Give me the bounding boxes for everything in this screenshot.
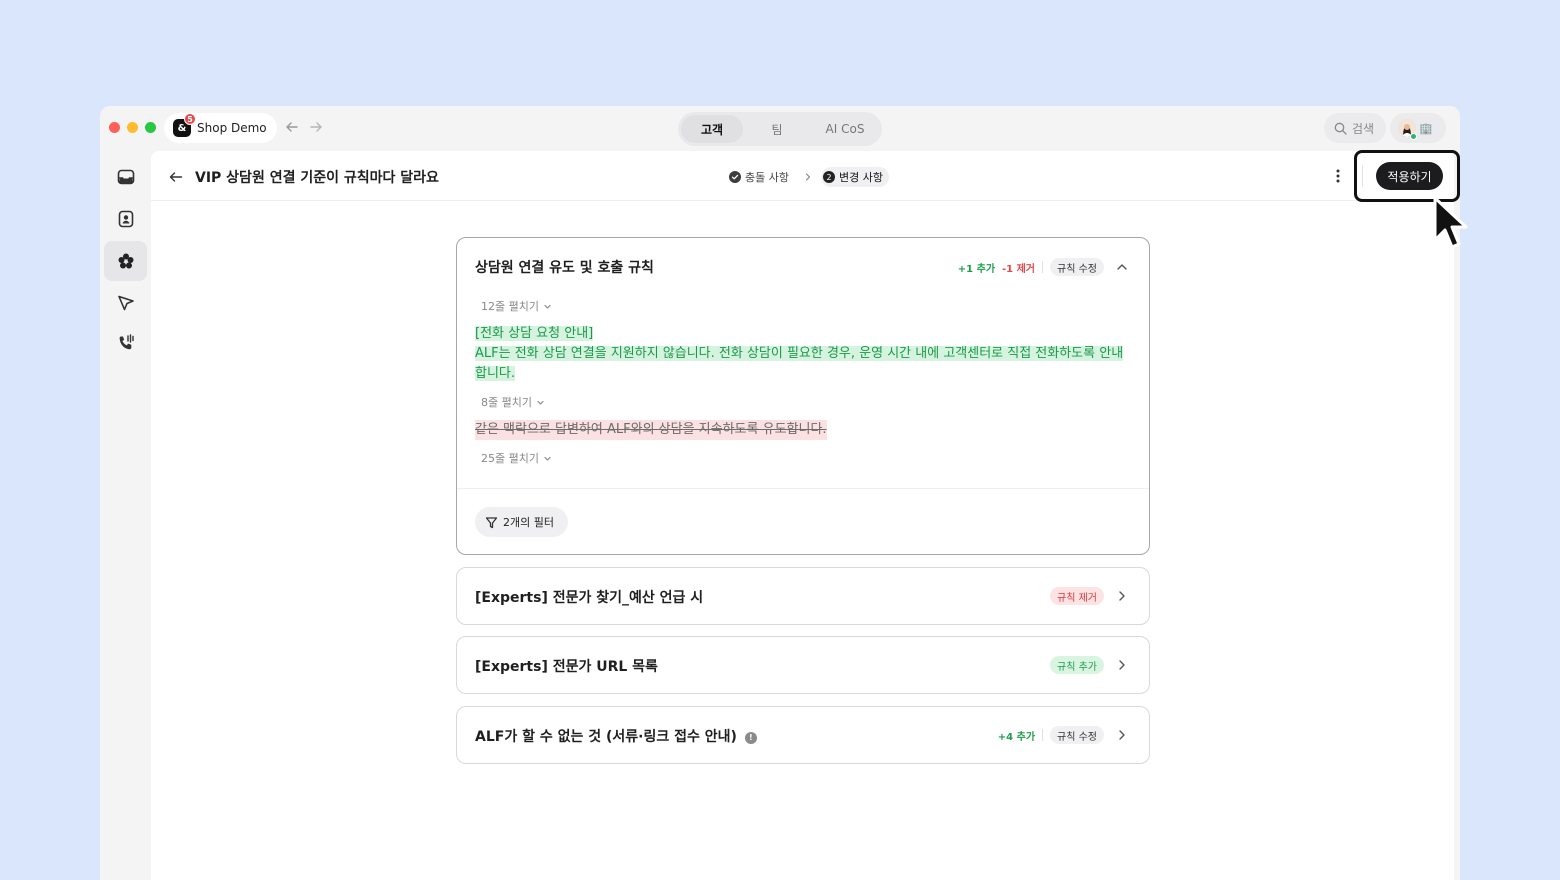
step-number: 2 — [822, 171, 835, 183]
page-title: VIP 상담원 연결 기준이 규칙마다 달라요 — [195, 170, 439, 186]
divider — [1042, 729, 1044, 741]
notification-badge: 5 — [184, 113, 196, 125]
tab-team[interactable]: 팀 — [745, 115, 809, 143]
rule-change-summary: +4 추가 규칙 수정 — [998, 726, 1129, 744]
chevron-down-icon — [537, 400, 544, 405]
rule-card[interactable]: ALF가 할 수 없는 것 (서류·링크 접수 안내)! +4 추가 규칙 수정 — [456, 706, 1150, 764]
workspace-name: Shop Demo — [197, 121, 267, 135]
arrow-right-icon — [310, 122, 322, 132]
collapse-button[interactable] — [1115, 260, 1129, 274]
maximize-window-button[interactable] — [145, 122, 156, 133]
added-count: +1 추가 — [957, 263, 996, 275]
filter-button[interactable]: 2개의 필터 — [475, 507, 568, 537]
workspace-logo-icon: & 5 — [173, 113, 196, 137]
page-header: VIP 상담원 연결 기준이 규칙마다 달라요 충돌 사항 2 변경 사항 적용… — [151, 151, 1454, 201]
step-label: 변경 사항 — [838, 171, 883, 184]
rule-title: 상담원 연결 유도 및 호출 규칙 — [475, 260, 654, 276]
arrow-left-icon — [286, 122, 298, 132]
chevron-right-icon — [805, 173, 811, 181]
rule-title: ALF가 할 수 없는 것 (서류·링크 접수 안내)! — [475, 726, 757, 746]
inbox-icon — [117, 169, 134, 185]
rule-card[interactable]: [Experts] 전문가 찾기_예산 언급 시 규칙 제거 — [456, 567, 1150, 625]
more-options-button[interactable] — [1329, 167, 1347, 185]
status-badge: 규칙 추가 — [1050, 656, 1104, 674]
rule-change-summary: 규칙 제거 — [1050, 587, 1129, 605]
nav-back-button[interactable] — [284, 119, 300, 135]
expand-lines-button[interactable]: 25줄 펼치기 — [481, 450, 552, 466]
rule-title: [Experts] 전문가 URL 목록 — [475, 659, 658, 675]
chevron-right-icon — [1119, 730, 1125, 740]
chevron-right-icon — [1119, 591, 1125, 601]
chevron-right-icon — [1119, 660, 1125, 670]
sidebar-item-phone[interactable] — [104, 323, 147, 363]
step-changes[interactable]: 2 변경 사항 — [820, 167, 889, 187]
divider — [1042, 261, 1044, 273]
rule-change-summary: 규칙 추가 — [1050, 656, 1129, 674]
title-bar: & 5 Shop Demo 고객 팀 AI CoS 검색 🏢 — [100, 106, 1460, 150]
sidebar-item-inbox[interactable] — [104, 157, 147, 197]
profile-button[interactable]: 🏢 — [1390, 113, 1446, 143]
minimize-window-button[interactable] — [127, 122, 138, 133]
card-divider — [457, 488, 1149, 489]
nav-forward-button[interactable] — [308, 119, 324, 135]
step-conflicts[interactable]: 충돌 사항 — [727, 167, 795, 187]
search-icon — [1334, 122, 1347, 135]
open-rule-button[interactable] — [1115, 589, 1129, 603]
chevron-down-icon — [544, 304, 551, 309]
info-icon[interactable]: ! — [744, 731, 757, 744]
rule-card-expanded: 상담원 연결 유도 및 호출 규칙 +1 추가 -1 제거 규칙 수정 12줄 … — [456, 237, 1150, 555]
search-button[interactable]: 검색 — [1324, 113, 1387, 143]
added-content: [전화 상담 요청 안내] ALF는 전화 상담 연결을 지원하지 않습니다. … — [475, 324, 1133, 384]
step-label: 충돌 사항 — [745, 171, 789, 184]
online-status-dot — [1410, 133, 1417, 140]
sidebar-item-campaign[interactable] — [104, 283, 147, 323]
history-navigation — [284, 119, 324, 135]
open-rule-button[interactable] — [1115, 658, 1129, 672]
workspace-switcher[interactable]: & 5 Shop Demo — [164, 113, 277, 143]
tab-customer[interactable]: 고객 — [681, 115, 743, 143]
rule-card[interactable]: [Experts] 전문가 URL 목록 규칙 추가 — [456, 636, 1150, 694]
arrow-left-icon — [169, 172, 183, 182]
removed-count: -1 제거 — [1002, 263, 1036, 275]
rule-title: [Experts] 전문가 찾기_예산 언급 시 — [475, 590, 704, 606]
check-circle-icon — [729, 171, 741, 183]
added-line: ALF는 전화 상담 연결을 지원하지 않습니다. 전화 상담이 필요한 경우,… — [475, 346, 1124, 381]
status-badge: 규칙 수정 — [1050, 726, 1104, 744]
sidebar-item-contacts[interactable] — [104, 199, 147, 239]
chevron-up-icon — [1117, 264, 1127, 270]
chevron-down-icon — [544, 456, 551, 461]
status-badge: 규칙 제거 — [1050, 587, 1104, 605]
close-window-button[interactable] — [109, 122, 120, 133]
open-rule-button[interactable] — [1115, 728, 1129, 742]
window-controls — [109, 122, 156, 133]
sidebar — [100, 150, 151, 880]
sidebar-item-ai-agent[interactable] — [104, 241, 147, 281]
removed-line: 같은 맥락으로 답변하여 ALF와의 상담을 지속하도록 유도합니다. — [475, 420, 827, 440]
search-label: 검색 — [1352, 121, 1375, 136]
building-icon: 🏢 — [1419, 121, 1433, 135]
ai-agent-icon — [118, 253, 133, 269]
more-vertical-icon — [1336, 169, 1340, 183]
added-line: [전화 상담 요청 안내] — [475, 326, 594, 341]
step-indicator: 충돌 사항 2 변경 사항 — [727, 167, 889, 187]
rule-change-summary: +1 추가 -1 제거 규칙 수정 — [958, 258, 1129, 276]
filter-icon — [485, 516, 498, 528]
mouse-cursor-icon — [1433, 196, 1468, 249]
contacts-icon — [118, 210, 133, 228]
campaign-icon — [117, 295, 134, 311]
added-count: +4 추가 — [997, 731, 1036, 743]
tab-ai-cos[interactable]: AI CoS — [811, 115, 879, 143]
back-button[interactable] — [167, 168, 185, 186]
expand-lines-button[interactable]: 8줄 펼치기 — [481, 394, 545, 410]
main-tabs: 고객 팀 AI CoS — [678, 112, 882, 146]
status-badge: 규칙 수정 — [1050, 258, 1104, 276]
phone-icon — [119, 334, 134, 350]
apply-button-highlight — [1354, 150, 1460, 202]
expand-lines-button[interactable]: 12줄 펼치기 — [481, 298, 552, 314]
